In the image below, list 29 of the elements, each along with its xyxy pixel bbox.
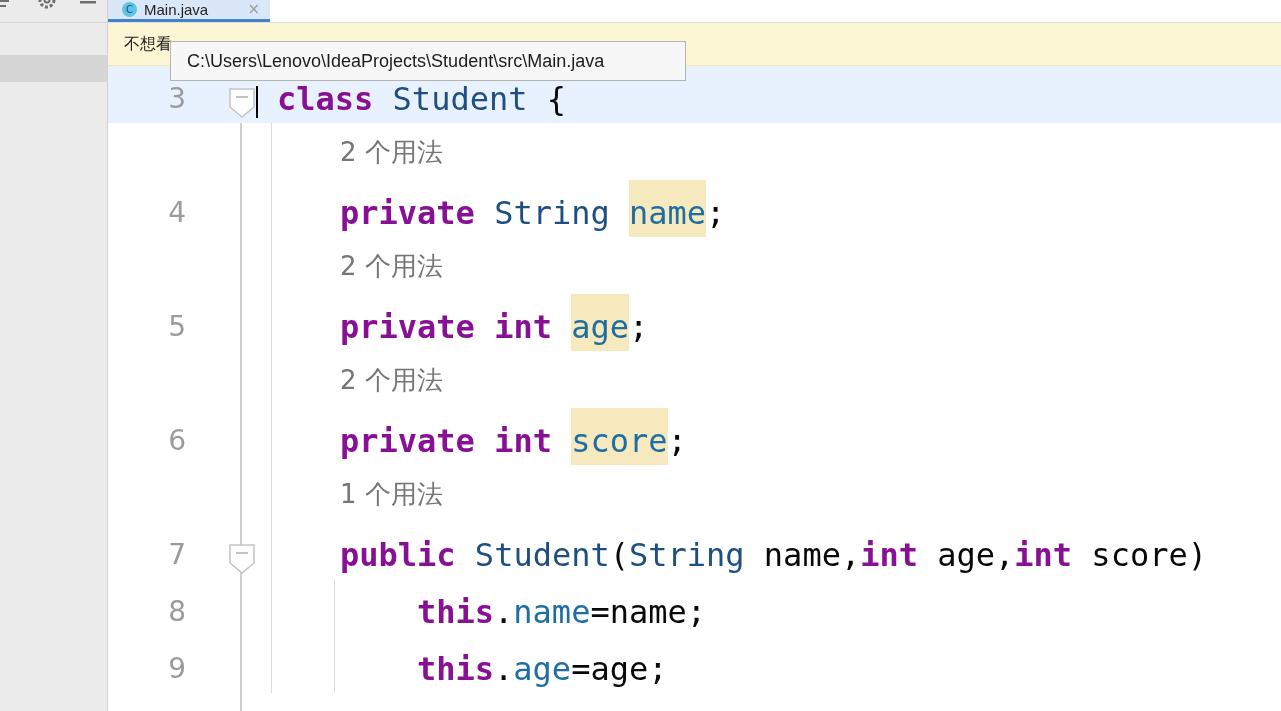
line-number: 8: [167, 593, 186, 626]
usage-hint[interactable]: 2 个用法: [340, 366, 443, 393]
minimize-icon[interactable]: [80, 1, 96, 4]
usage-hint[interactable]: 2 个用法: [340, 138, 443, 165]
code-line: private String name;: [340, 180, 726, 237]
banner-text: 不想看: [124, 36, 172, 52]
line-number: 6: [167, 422, 186, 455]
fold-icon[interactable]: [229, 88, 255, 118]
line-number: 7: [167, 536, 186, 569]
list-icon[interactable]: [0, 0, 9, 7]
settings-icon[interactable]: [37, 0, 57, 10]
code-line: this.age=age;: [417, 648, 668, 690]
path-tooltip: C:\Users\Lenovo\IdeaProjects\Student\src\Main.java: [170, 41, 686, 81]
code-line: private int score;: [340, 408, 687, 465]
class-icon: C: [122, 2, 137, 17]
code-line: class Student {: [277, 78, 566, 120]
usage-hint[interactable]: 2 个用法: [340, 252, 443, 279]
usage-hint[interactable]: 1 个用法: [340, 480, 443, 507]
code-line: this.name=name;: [417, 591, 706, 633]
code-line: private int age;: [340, 294, 649, 351]
code-line: public Student(String name,int age,int score): [340, 534, 1207, 576]
line-number: 5: [167, 308, 186, 341]
line-number: 3: [167, 80, 186, 113]
fold-icon[interactable]: [229, 544, 255, 574]
close-icon[interactable]: ×: [247, 2, 260, 17]
line-number: 9: [167, 650, 186, 683]
text-caret: [256, 86, 258, 118]
line-number: 4: [167, 194, 186, 227]
editor-tab[interactable]: C Main.java ×: [108, 0, 270, 22]
